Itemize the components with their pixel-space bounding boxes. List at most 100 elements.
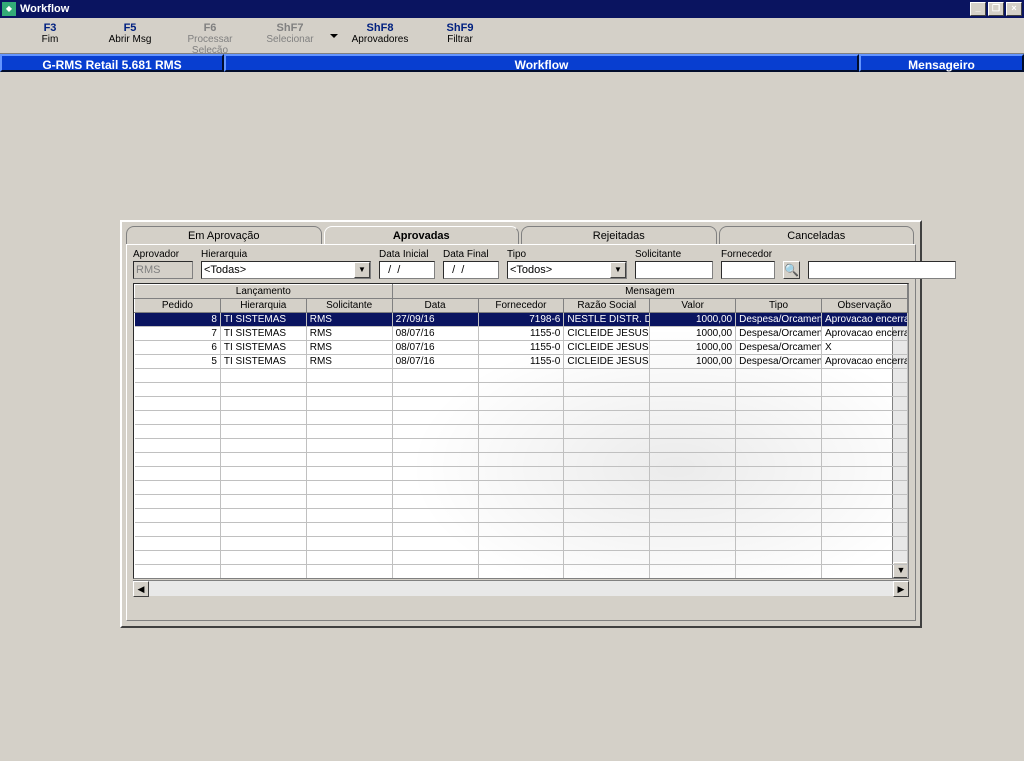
col-header[interactable]: Razão Social (564, 299, 650, 313)
toolbar-key: F5 (90, 22, 170, 34)
cell-empty (220, 565, 306, 579)
cell-empty (822, 425, 908, 439)
cell-empty (478, 439, 564, 453)
cell-empty (306, 565, 392, 579)
toolbar-label: Aprovadores (340, 34, 420, 45)
cell-empty (650, 495, 736, 509)
cell-empty (306, 397, 392, 411)
cell: 1000,00 (650, 355, 736, 369)
cell: Aprovacao encerrada em 8/7/2016 11:08:13… (822, 355, 908, 369)
label-data-inicial: Data Inicial (379, 249, 435, 260)
col-header[interactable]: Valor (650, 299, 736, 313)
cell: 1000,00 (650, 341, 736, 355)
col-header[interactable]: Data (392, 299, 478, 313)
tab-aprovadas[interactable]: Aprovadas (324, 226, 520, 244)
cell-empty (564, 495, 650, 509)
cell-empty (822, 509, 908, 523)
cell: NESTLE DISTR. DE ALIMENT (564, 313, 650, 327)
cell-empty (564, 383, 650, 397)
table-row-empty (135, 369, 908, 383)
table-row[interactable]: 5TI SISTEMASRMS08/07/161155-0CICLEIDE JE… (135, 355, 908, 369)
cell-empty (478, 425, 564, 439)
minimize-button[interactable]: _ (970, 2, 986, 16)
table-row[interactable]: 6TI SISTEMASRMS08/07/161155-0CICLEIDE JE… (135, 341, 908, 355)
status-left: G-RMS Retail 5.681 RMS (0, 54, 224, 72)
cell-empty (650, 425, 736, 439)
select-tipo[interactable]: <Todos> ▼ (507, 261, 627, 279)
tab-em-aprovação[interactable]: Em Aprovação (126, 226, 322, 244)
chevron-down-icon[interactable]: ▼ (354, 262, 370, 278)
col-header[interactable]: Solicitante (306, 299, 392, 313)
cell-empty (392, 481, 478, 495)
toolbar-item-shf9[interactable]: ShF9Filtrar (420, 20, 500, 51)
cell-empty (392, 579, 478, 580)
toolbar-item-f3[interactable]: F3Fim (10, 20, 90, 51)
tab-row: Em AprovaçãoAprovadasRejeitadasCancelada… (126, 226, 916, 244)
binoculars-icon: 🔍 (784, 263, 799, 277)
status-right[interactable]: Mensageiro (859, 54, 1024, 72)
cell: RMS (306, 355, 392, 369)
cell-empty (564, 439, 650, 453)
cell-empty (135, 383, 221, 397)
label-hierarquia: Hierarquia (201, 249, 371, 260)
close-button[interactable]: × (1006, 2, 1022, 16)
input-fornecedor[interactable] (721, 261, 775, 279)
search-button[interactable]: 🔍 (783, 261, 800, 279)
cell-empty (736, 523, 822, 537)
table-row-empty (135, 467, 908, 481)
cell: Despesa/Orcamentos (736, 327, 822, 341)
cell-empty (650, 523, 736, 537)
cell-empty (478, 481, 564, 495)
toolbar-item-shf8[interactable]: ShF8Aprovadores (340, 20, 420, 51)
cell-empty (822, 453, 908, 467)
col-header[interactable]: Fornecedor (478, 299, 564, 313)
cell-empty (478, 383, 564, 397)
tab-canceladas[interactable]: Canceladas (719, 226, 915, 244)
cell-empty (478, 411, 564, 425)
chevron-down-icon[interactable] (330, 34, 338, 38)
toolbar-label: Processar Seleção (170, 34, 250, 56)
chevron-down-icon[interactable]: ▼ (610, 262, 626, 278)
cell-empty (650, 467, 736, 481)
scroll-left-icon[interactable]: ◀ (133, 581, 149, 597)
tab-rejeitadas[interactable]: Rejeitadas (521, 226, 717, 244)
scroll-right-icon[interactable]: ▶ (893, 581, 909, 597)
input-data-final[interactable] (443, 261, 499, 279)
table-row[interactable]: 8TI SISTEMASRMS27/09/167198-6NESTLE DIST… (135, 313, 908, 327)
toolbar-key: F3 (10, 22, 90, 34)
col-header[interactable]: Observação (822, 299, 908, 313)
select-hierarquia[interactable]: <Todas> ▼ (201, 261, 371, 279)
cell: CICLEIDE JESUS NASCIMENT (564, 355, 650, 369)
cell-empty (478, 453, 564, 467)
restore-button[interactable]: ❐ (988, 2, 1004, 16)
cell-empty (650, 551, 736, 565)
cell-empty (220, 481, 306, 495)
col-header[interactable]: Hierarquia (220, 299, 306, 313)
cell-empty (220, 453, 306, 467)
col-header[interactable]: Pedido (135, 299, 221, 313)
scroll-h-track[interactable] (149, 581, 893, 596)
cell-empty (306, 439, 392, 453)
input-extra[interactable] (808, 261, 956, 279)
cell-empty (736, 383, 822, 397)
scrollbar-horizontal[interactable]: ◀ ▶ (133, 580, 909, 596)
cell-empty (220, 523, 306, 537)
toolbar-item-f5[interactable]: F5Abrir Msg (90, 20, 170, 51)
app-icon: ◆ (2, 2, 16, 16)
group-header-lancamento: Lançamento (135, 285, 393, 299)
col-header[interactable]: Tipo (736, 299, 822, 313)
cell: 1000,00 (650, 327, 736, 341)
group-header-mensagem: Mensagem (392, 285, 907, 299)
cell-empty (392, 397, 478, 411)
label-tipo: Tipo (507, 249, 627, 260)
grid-container: LançamentoMensagem PedidoHierarquiaSolici… (133, 283, 909, 579)
cell-empty (736, 397, 822, 411)
cell-empty (822, 537, 908, 551)
data-grid[interactable]: LançamentoMensagem PedidoHierarquiaSolici… (133, 283, 909, 579)
label-aprovador: Aprovador (133, 249, 193, 260)
cell-empty (306, 425, 392, 439)
input-solicitante[interactable] (635, 261, 713, 279)
cell-empty (736, 509, 822, 523)
input-data-inicial[interactable] (379, 261, 435, 279)
table-row[interactable]: 7TI SISTEMASRMS08/07/161155-0CICLEIDE JE… (135, 327, 908, 341)
